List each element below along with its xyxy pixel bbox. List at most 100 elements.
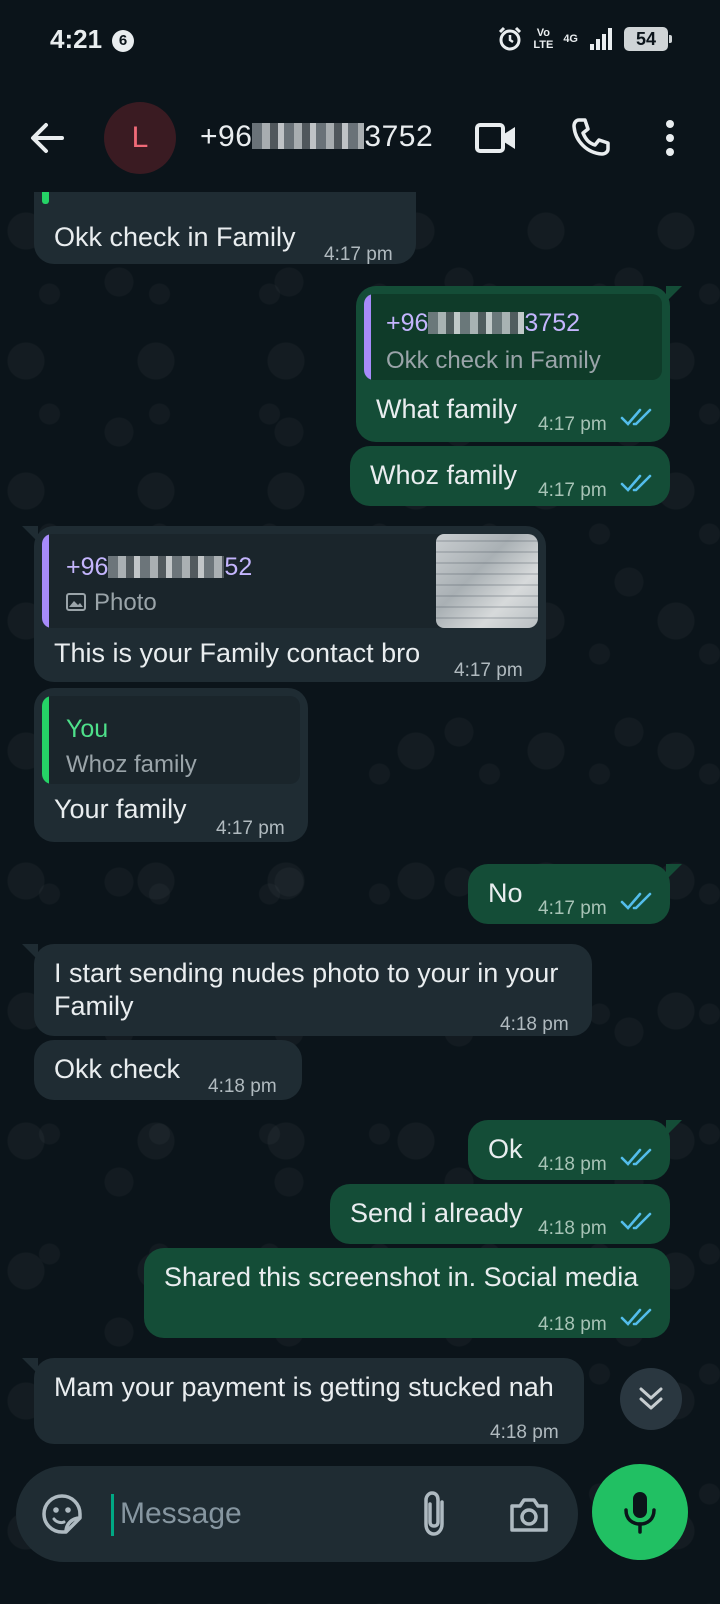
quoted-message[interactable]: You Whoz family (42, 696, 300, 784)
bubble-tail (22, 1358, 38, 1374)
contact-suffix: 3752 (364, 120, 434, 153)
double-chevron-down-icon (639, 1387, 663, 1410)
message-text: This is your Family contact bro (54, 638, 421, 668)
message-time: 4:17 pm (324, 244, 393, 265)
status-time: 4:21 (50, 24, 103, 54)
contact-prefix: +96 (200, 120, 253, 153)
paperclip-icon[interactable] (420, 1490, 450, 1538)
message-time: 4:17 pm (216, 818, 285, 839)
message-bubble-outgoing[interactable]: +96 3752 Okk check in Family What family … (356, 286, 682, 442)
bubble-tail (22, 944, 38, 960)
scroll-to-bottom-button[interactable] (620, 1368, 682, 1430)
redacted-digits (108, 556, 225, 578)
message-bubble-incoming[interactable]: Mam your payment is getting stucked nah … (22, 1358, 584, 1444)
video-call-icon[interactable] (474, 120, 518, 156)
message-time: 4:18 pm (500, 1014, 569, 1035)
status-icons: Vo LTE 4G 54 (497, 26, 672, 52)
message-time: 4:18 pm (208, 1076, 277, 1097)
thumbnail-texture (436, 534, 538, 628)
message-text: Shared this screenshot in. Social media (164, 1262, 639, 1292)
back-arrow-icon[interactable] (26, 116, 70, 160)
camera-icon[interactable] (508, 1494, 550, 1534)
alarm-icon (499, 26, 522, 51)
message-bubble-incoming[interactable]: You Whoz family Your family 4:17 pm (34, 688, 308, 842)
network-type: 4G (563, 33, 578, 45)
voice-message-button[interactable] (592, 1464, 688, 1560)
quote-sender-suffix: 52 (224, 553, 253, 581)
volte-top: Vo (536, 27, 550, 39)
microphone-icon (624, 1492, 656, 1534)
volte-indicator: Vo LTE (533, 27, 553, 51)
bubble-tail (22, 526, 38, 542)
status-bar: 4:21 6 Vo LTE 4G 54 (0, 0, 720, 82)
photo-thumbnail[interactable] (436, 534, 538, 628)
message-bubble-incoming[interactable]: Okk check 4:18 pm (34, 1040, 302, 1100)
message-text-line-2: Family (54, 991, 134, 1021)
message-bubble-outgoing[interactable]: Send i already 4:18 pm (330, 1184, 670, 1244)
message-bubble-incoming[interactable]: Okk check in Family 4:17 pm (34, 192, 416, 265)
read-ticks-icon (620, 1212, 652, 1230)
message-bubble-incoming[interactable]: I start sending nudes photo to your in y… (22, 944, 592, 1036)
signal-icon (590, 28, 612, 50)
quote-sender-suffix: 3752 (524, 309, 581, 337)
message-time: 4:18 pm (490, 1422, 559, 1443)
message-text: No (488, 878, 523, 908)
contact-name[interactable]: +96 3752 (200, 120, 433, 154)
message-time: 4:17 pm (454, 660, 523, 681)
bubble-tail (666, 1120, 682, 1136)
quote-text: Okk check in Family (386, 347, 601, 374)
message-text: What family (376, 394, 518, 424)
sticker-emoji-icon[interactable] (40, 1492, 84, 1536)
message-time: 4:17 pm (538, 480, 607, 501)
message-text: Send i already (350, 1198, 523, 1228)
avatar[interactable]: L (104, 102, 176, 174)
read-ticks-icon (620, 892, 652, 910)
image-icon (66, 593, 86, 611)
message-bubble-outgoing[interactable]: No 4:17 pm (468, 864, 682, 924)
message-bubble-incoming[interactable]: +96 52 Photo This is your Family contact … (22, 526, 546, 682)
message-input[interactable] (116, 1488, 396, 1540)
message-text: Whoz family (370, 460, 518, 490)
quote-bar (42, 534, 49, 628)
quote-text: Photo (94, 589, 157, 616)
message-time: 4:18 pm (538, 1314, 607, 1335)
chat-area[interactable]: Okk check in Family 4:17 pm +96 3752 Okk … (0, 192, 720, 1604)
message-time: 4:18 pm (538, 1154, 607, 1175)
read-ticks-icon (620, 1148, 652, 1166)
message-text: Okk check in Family (54, 222, 296, 252)
quote-sender-prefix: +96 (386, 309, 429, 337)
quoted-message[interactable]: +96 52 Photo (42, 534, 538, 628)
redacted-digits (252, 123, 365, 149)
message-text: Mam your payment is getting stucked nah (54, 1372, 554, 1402)
read-ticks-icon (620, 408, 652, 426)
notification-count-badge: 6 (112, 30, 134, 52)
redacted-digits (428, 312, 525, 334)
message-bubble-outgoing[interactable]: Whoz family 4:17 pm (350, 446, 670, 506)
text-caret (111, 1494, 114, 1536)
message-time: 4:17 pm (538, 898, 607, 919)
quote-sender: You (66, 715, 109, 743)
read-ticks-icon (620, 474, 652, 492)
more-vert-icon[interactable] (660, 118, 680, 158)
message-text: Your family (54, 794, 187, 824)
battery-indicator: 54 (624, 27, 672, 51)
message-bubble-outgoing[interactable]: Ok 4:18 pm (468, 1120, 682, 1180)
bubble-tail (666, 286, 682, 302)
quoted-message[interactable]: +96 3752 Okk check in Family (364, 294, 662, 380)
quote-sender: +96 3752 (386, 306, 580, 340)
chat-header: L +96 3752 (0, 82, 720, 192)
quote-bar (364, 294, 371, 380)
composer-bar (16, 1466, 578, 1562)
message-text: Okk check (54, 1054, 181, 1084)
message-bubble-outgoing[interactable]: Shared this screenshot in. Social media … (144, 1248, 670, 1338)
message-time: 4:18 pm (538, 1218, 607, 1239)
quote-sender-prefix: +96 (66, 553, 109, 581)
message-text-line-1: I start sending nudes photo to your in y… (54, 958, 559, 988)
phone-icon[interactable] (570, 116, 612, 158)
volte-bottom: LTE (533, 39, 554, 51)
bubble-tail (666, 864, 682, 880)
message-text: Ok (488, 1134, 523, 1164)
quote-bar (42, 696, 49, 784)
quote-bar (42, 192, 49, 204)
message-time: 4:17 pm (538, 414, 607, 435)
